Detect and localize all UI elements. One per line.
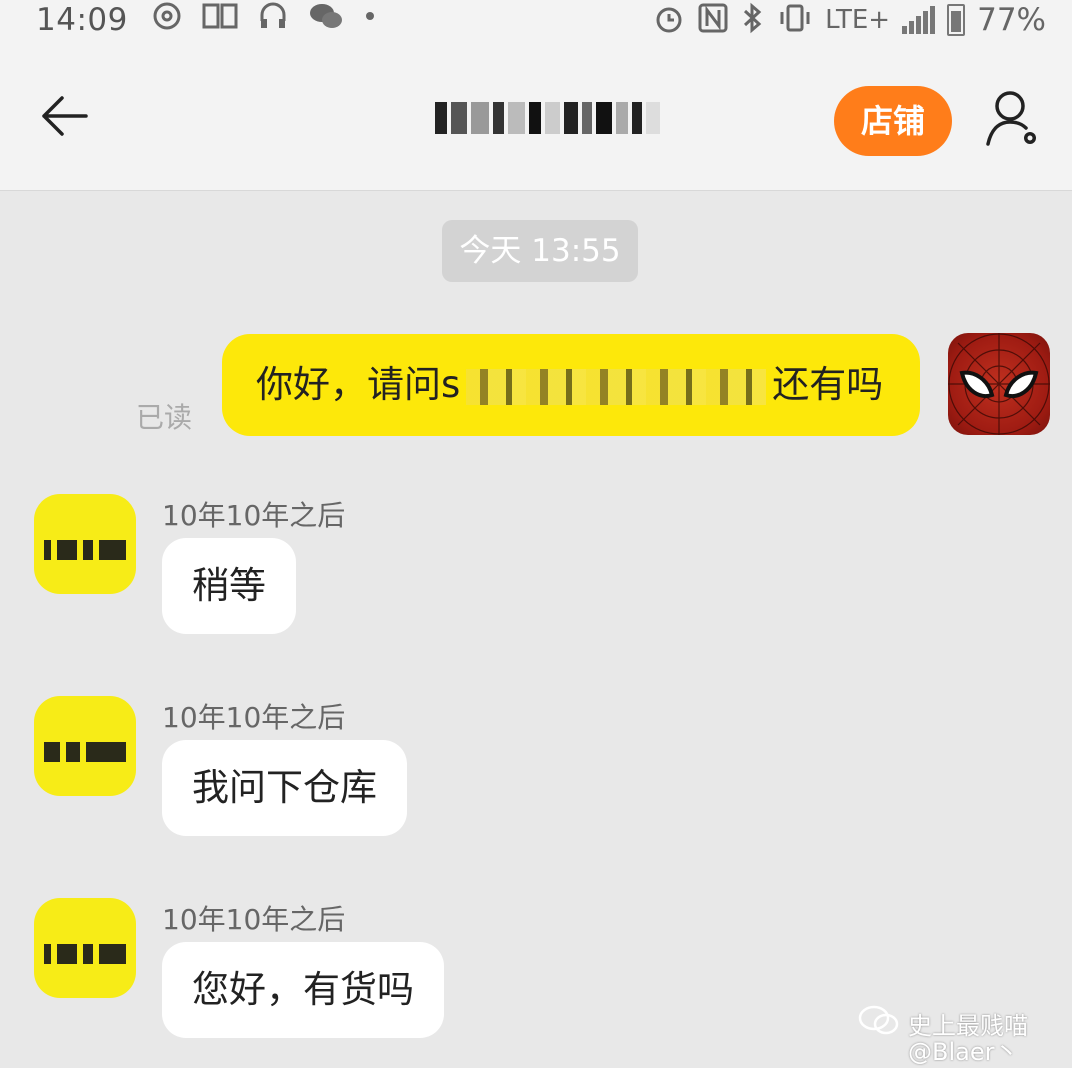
my-avatar[interactable] <box>948 333 1050 435</box>
arrow-left-icon <box>42 96 88 136</box>
message-sender-stamp: 10年10年之后 <box>162 903 346 936</box>
back-button[interactable] <box>38 94 90 138</box>
wechat-logo-icon <box>858 1005 899 1035</box>
wechat-icon <box>308 1 344 40</box>
watermark-handle: @Blaer丶 <box>908 1038 1019 1066</box>
alarm-icon <box>653 2 685 38</box>
shop-button[interactable]: 店铺 <box>834 86 952 156</box>
seller-avatar[interactable] <box>34 898 136 998</box>
notification-icons <box>152 2 376 38</box>
incoming-message-bubble[interactable]: 稍等 <box>162 538 296 634</box>
signal-icon <box>902 6 936 34</box>
watermark: 史上最贱喵 @Blaer丶 <box>858 1000 1058 1066</box>
my-message-text-end: 还有吗 <box>772 363 884 406</box>
battery-percent: 77% <box>977 2 1046 38</box>
redacted-product-name <box>466 368 767 405</box>
dot-icon <box>364 1 376 40</box>
bluetooth-icon <box>741 2 765 38</box>
battery-icon <box>947 4 966 36</box>
my-message-text-start: 你好，请问s <box>256 363 461 406</box>
mail-icon <box>202 1 238 40</box>
read-status: 已读 <box>136 401 193 434</box>
netease-music-icon <box>152 1 182 40</box>
headphones-icon <box>258 1 288 40</box>
message-sender-stamp: 10年10年之后 <box>162 701 346 734</box>
seller-avatar[interactable] <box>34 696 136 796</box>
system-icons: LTE+ 77% <box>653 2 1046 38</box>
chat-header: 店铺 <box>0 44 1072 191</box>
user-settings-icon <box>986 91 1036 146</box>
message-sender-stamp: 10年10年之后 <box>162 499 346 532</box>
shop-name-pixelated <box>435 102 661 134</box>
my-message-bubble[interactable]: 你好，请问s 还有吗 <box>222 334 920 436</box>
vibrate-icon <box>777 2 813 38</box>
incoming-message-bubble[interactable]: 我问下仓库 <box>162 740 407 836</box>
user-settings-button[interactable] <box>984 86 1044 154</box>
network-type: LTE+ <box>825 5 891 35</box>
spiderman-avatar-icon <box>948 333 1050 435</box>
seller-avatar[interactable] <box>34 494 136 594</box>
incoming-message-bubble[interactable]: 您好，有货吗 <box>162 942 444 1038</box>
date-chip: 今天 13:55 <box>442 220 638 282</box>
status-time: 14:09 <box>36 2 128 38</box>
nfc-icon <box>697 2 729 38</box>
status-bar: 14:09 LTE+ 77% <box>0 0 1072 44</box>
